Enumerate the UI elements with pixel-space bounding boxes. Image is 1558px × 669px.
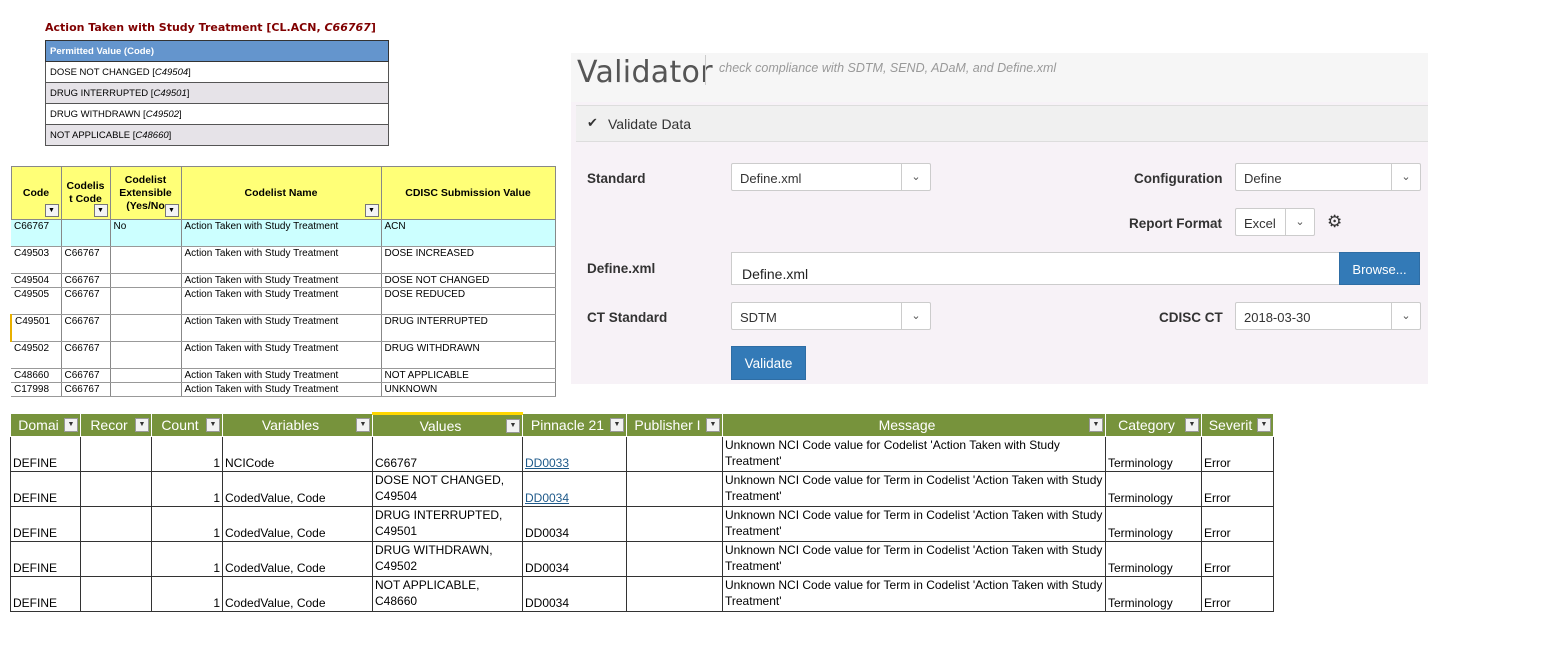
report-col-header: Domai ▼ [10,413,81,437]
chevron-down-icon: ⌄ [901,303,930,329]
report-col-header: Publisher I ▼ [626,413,723,437]
filter-dropdown-icon[interactable]: ▼ [44,204,59,217]
filter-dropdown-icon[interactable]: ▼ [64,418,78,432]
report-col-header: Category ▼ [1105,413,1202,437]
define-xml-label: Define.xml [587,261,656,276]
validate-data-section-header[interactable]: ✔ Validate Data [576,105,1428,142]
filter-dropdown-icon[interactable]: ▼ [364,204,379,217]
ct-row[interactable]: C49502 C66767 Action Taken with Study Trea… [11,341,556,369]
ct-row[interactable]: C66767 No Action Taken with Study Treatmen… [11,219,556,247]
filter-dropdown-icon[interactable]: ▼ [356,418,370,432]
ct-row[interactable]: C48660 C66767 Action Taken with Study Trea… [11,368,556,383]
section-label: Validate Data [608,116,692,132]
filter-dropdown-icon[interactable]: ▼ [135,418,149,432]
report-col-header: Pinnacle 21 ▼ [522,413,627,437]
report-col-header: Recor ▼ [80,413,152,437]
ct-row[interactable]: C17998 C66767 Action Taken with Study Trea… [11,382,556,397]
report-row[interactable]: DEFINE 1 CodedValue, Code DRUG INTERRUPTED,… [10,506,1274,542]
permitted-value-row: DOSE NOT CHANGED [C49504] [45,61,389,83]
check-icon: ✔ [587,115,598,130]
report-format-label: Report Format [1129,216,1223,231]
ct-row[interactable]: C49501 C66767 Action Taken with Study Trea… [10,314,556,342]
gear-icon[interactable]: ⚙ [1327,212,1342,232]
ct-col-header: Codelist Extensible (Yes/No ▼ [109,166,182,220]
report-row[interactable]: DEFINE 1 CodedValue, Code DOSE NOT CHANGED,… [10,471,1274,507]
report-row[interactable]: DEFINE 1 NCICode C66767 DD0033 Unknown NCI Co… [10,436,1274,472]
codelist-panel: Action Taken with Study Treatment [CL.AC… [45,20,390,146]
report-col-header: Values ▼ [372,412,523,437]
page-title: Validator [577,55,713,90]
standard-select[interactable]: Define.xml ⌄ [731,163,931,191]
ct-row[interactable]: C49505 C66767 Action Taken with Study Trea… [11,287,556,315]
filter-dropdown-icon[interactable]: ▼ [706,418,720,432]
chevron-down-icon: ⌄ [1391,164,1420,190]
permitted-values-header: Permitted Value (Code) [45,40,389,62]
ct-col-header: Code ▼ [10,166,62,220]
ct-row[interactable]: C49503 C66767 Action Taken with Study Trea… [11,246,556,274]
ct-standard-label: CT Standard [587,310,668,325]
ct-col-header: CDISC Submission Value [380,166,556,220]
define-xml-file-input[interactable]: Define.xml [731,252,1340,285]
validate-button[interactable]: Validate [731,346,806,380]
configuration-select[interactable]: Define ⌄ [1235,163,1421,191]
rule-link[interactable]: DD0034 [522,471,627,507]
browse-button[interactable]: Browse... [1339,252,1420,285]
standard-label: Standard [587,171,646,186]
filter-dropdown-icon[interactable]: ▼ [206,418,220,432]
report-row[interactable]: DEFINE 1 CodedValue, Code DRUG WITHDRAWN, C… [10,541,1274,577]
permitted-value-row: DRUG INTERRUPTED [C49501] [45,82,389,104]
codelist-title: Action Taken with Study Treatment [CL.AC… [45,21,376,34]
ct-col-header: Codelis t Code ▼ [60,166,111,220]
permitted-value-row: NOT APPLICABLE [C48660] [45,124,389,146]
cdisc-ct-select[interactable]: 2018-03-30 ⌄ [1235,302,1421,330]
report-col-header: Count ▼ [151,413,223,437]
permitted-values-table: Permitted Value (Code) DOSE NOT CHANGED … [45,40,389,146]
filter-dropdown-icon[interactable]: ▼ [610,418,624,432]
controlled-terminology-sheet: Code ▼ Codelis t Code ▼ Codelist Extensibl… [10,166,556,397]
report-row[interactable]: DEFINE 1 CodedValue, Code NOT APPLICABLE, C… [10,576,1274,612]
report-col-header: Variables ▼ [222,413,373,437]
title-divider [705,55,706,85]
report-col-header: Message ▼ [722,413,1106,437]
validation-report-sheet: Domai ▼ Recor ▼ Count ▼ Variables ▼ Values ▼ … [10,412,1278,612]
filter-dropdown-icon[interactable]: ▼ [1185,418,1199,432]
validator-header: Validator check compliance with SDTM, SE… [571,53,1428,102]
configuration-label: Configuration [1134,171,1223,186]
ct-row[interactable]: C49504 C66767 Action Taken with Study Trea… [11,273,556,288]
ct-col-header: Codelist Name ▼ [180,166,382,220]
validator-panel: Validator check compliance with SDTM, SE… [571,53,1428,384]
chevron-down-icon: ⌄ [1391,303,1420,329]
report-table: Domai ▼ Recor ▼ Count ▼ Variables ▼ Values ▼ … [10,412,1274,612]
filter-active-icon[interactable]: ▼ [1089,418,1103,432]
filter-dropdown-icon[interactable]: ▼ [1257,418,1271,432]
chevron-down-icon: ⌄ [1285,209,1314,235]
filter-dropdown-icon[interactable]: ▼ [93,204,108,217]
ct-standard-select[interactable]: SDTM ⌄ [731,302,931,330]
report-col-header: Severit ▼ [1201,413,1274,437]
filter-dropdown-icon[interactable]: ▼ [506,419,520,433]
page-subtitle: check compliance with SDTM, SEND, ADaM, … [719,61,1057,75]
rule-link[interactable]: DD0033 [522,436,627,472]
cdisc-ct-label: CDISC CT [1159,310,1223,325]
report-format-select[interactable]: Excel ⌄ [1235,208,1315,236]
permitted-value-row: DRUG WITHDRAWN [C49502] [45,103,389,125]
ct-table: Code ▼ Codelis t Code ▼ Codelist Extensibl… [10,166,556,397]
filter-dropdown-icon[interactable]: ▼ [164,204,179,217]
chevron-down-icon: ⌄ [901,164,930,190]
